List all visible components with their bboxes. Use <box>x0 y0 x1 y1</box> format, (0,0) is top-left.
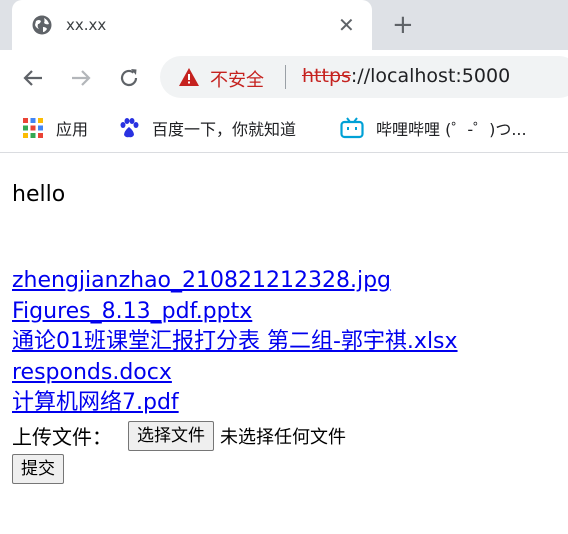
url-host: ://localhost:5000 <box>350 65 511 87</box>
new-tab-icon[interactable]: + <box>392 10 414 40</box>
file-link[interactable]: zhengjianzhao_210821212328.jpg <box>12 266 562 297</box>
upload-form: 上传文件： 选择文件 未选择任何文件 <box>12 419 562 453</box>
browser-tab[interactable]: xx.xx ✕ <box>12 0 372 50</box>
upload-label: 上传文件： <box>12 425 112 449</box>
bookmark-apps[interactable]: 应用 <box>22 116 88 140</box>
omnibox-divider <box>285 65 286 89</box>
baidu-paw-icon <box>120 118 139 138</box>
toolbar: 不安全 https://localhost:5000 <box>0 50 568 106</box>
reload-icon[interactable] <box>115 64 143 92</box>
close-icon[interactable]: ✕ <box>338 13 355 37</box>
file-link[interactable]: Figures_8.13_pdf.pptx <box>12 297 562 328</box>
submit-button[interactable]: 提交 <box>12 453 64 484</box>
bookmark-bilibili[interactable]: 哔哩哔哩 (゜-゜)つ... <box>340 116 527 140</box>
address-bar[interactable]: 不安全 https://localhost:5000 <box>160 56 568 98</box>
bookmark-label: 百度一下，你就知道 <box>152 120 297 139</box>
back-icon[interactable] <box>19 64 47 92</box>
forward-icon[interactable] <box>67 64 95 92</box>
choose-file-button[interactable]: 选择文件 <box>128 420 214 451</box>
url-text[interactable]: https://localhost:5000 <box>302 65 510 87</box>
security-label[interactable]: 不安全 <box>210 66 264 92</box>
bookmark-baidu[interactable]: 百度一下，你就知道 <box>118 116 296 140</box>
bookmarks-bar: 应用 百度一下，你就知道 哔哩哔哩 (゜-゜)つ... <box>0 106 568 153</box>
url-scheme: https <box>302 65 351 87</box>
bookmark-label: 应用 <box>56 120 89 139</box>
apps-grid-icon <box>23 118 43 138</box>
greeting-text: hello <box>12 182 66 207</box>
file-link[interactable]: responds.docx <box>12 358 562 389</box>
submit-row: 提交 <box>12 453 562 484</box>
file-link[interactable]: 计算机网络7.pdf <box>12 388 562 419</box>
globe-icon <box>32 15 52 35</box>
file-list: zhengjianzhao_210821212328.jpg Figures_8… <box>12 266 562 419</box>
bilibili-tv-icon <box>340 117 364 139</box>
no-file-chosen-text: 未选择任何文件 <box>220 426 346 448</box>
page-content: hello zhengjianzhao_210821212328.jpg Fig… <box>12 180 562 484</box>
tab-strip: xx.xx ✕ + <box>0 0 568 50</box>
file-link[interactable]: 通论01班课堂汇报打分表 第二组-郭宇祺.xlsx <box>12 327 562 358</box>
bookmark-label: 哔哩哔哩 (゜-゜)つ... <box>376 120 527 139</box>
warning-icon <box>179 68 199 86</box>
tab-title: xx.xx <box>66 16 107 34</box>
